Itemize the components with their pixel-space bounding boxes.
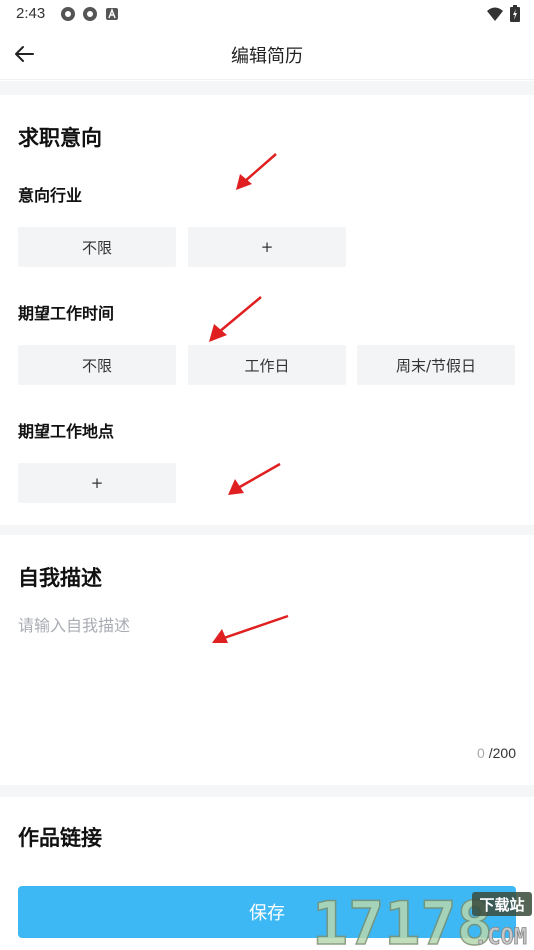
self-description-title: 自我描述: [18, 566, 102, 590]
status-time: 2:43: [16, 5, 46, 22]
char-count-current: 0: [476, 745, 485, 761]
work-time-option-unlimited[interactable]: 不限: [18, 345, 176, 385]
job-intention-title: 求职意向: [18, 126, 102, 150]
section-divider: [0, 81, 534, 95]
work-time-label: 期望工作时间: [18, 304, 115, 323]
section-divider: [0, 525, 534, 535]
battery-icon: [510, 5, 520, 22]
industry-add-button[interactable]: +: [188, 227, 346, 267]
font-notification-icon: [106, 8, 118, 20]
section-divider: [0, 785, 534, 797]
wifi-icon: [487, 7, 503, 21]
annotation-arrow-icon: [228, 462, 281, 495]
annotation-arrow-icon: [209, 296, 262, 342]
system-status-icons: [486, 5, 520, 22]
portfolio-title: 作品链接: [18, 826, 102, 850]
annotation-arrow-icon: [236, 153, 277, 190]
industry-label: 意向行业: [18, 186, 83, 205]
svg-text:下载站: 下载站: [479, 896, 524, 914]
page-title: 编辑简历: [231, 46, 303, 67]
char-counter: 0/200: [477, 745, 516, 761]
annotation-arrow-icon: [212, 614, 289, 643]
work-time-option-weekend[interactable]: 周末/节假日: [357, 345, 515, 385]
svg-text:.COM: .COM: [474, 925, 527, 950]
status-bar: 2:43: [0, 0, 534, 28]
svg-text:17178: 17178: [312, 889, 493, 950]
site-watermark-logo: 17178 下载站 .COM: [312, 888, 532, 950]
notification-icons: [60, 6, 120, 22]
work-time-option-weekday[interactable]: 工作日: [188, 345, 346, 385]
app-bar: 编辑简历: [0, 28, 534, 80]
self-description-input[interactable]: 请输入自我描述: [18, 612, 130, 636]
char-count-max: /200: [488, 745, 516, 761]
app-notification-icon: [61, 7, 75, 21]
portfolio-section: 作品链接: [0, 797, 534, 874]
industry-option-unlimited[interactable]: 不限: [18, 227, 176, 267]
work-location-label: 期望工作地点: [18, 422, 115, 441]
self-description-section: 自我描述 请输入自我描述 0/200: [0, 535, 534, 785]
work-location-add-button[interactable]: +: [18, 463, 176, 503]
app-notification-icon: [83, 7, 97, 21]
